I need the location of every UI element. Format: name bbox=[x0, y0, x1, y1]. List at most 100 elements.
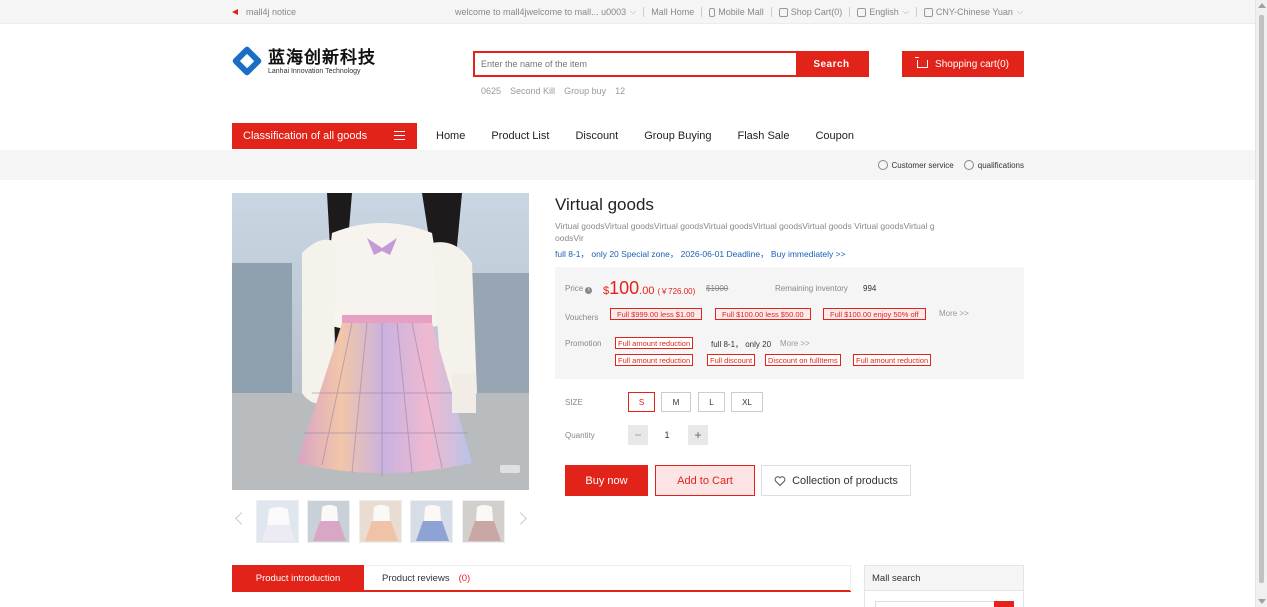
size-option-l[interactable]: L bbox=[698, 392, 725, 412]
quantity-decrease-button[interactable]: − bbox=[628, 425, 648, 445]
nav-product-list[interactable]: Product List bbox=[491, 130, 549, 142]
voucher-tag[interactable]: Full $999.00 less $1.00 bbox=[610, 308, 702, 320]
quantity-increase-button[interactable]: + bbox=[688, 425, 708, 445]
thumbnail[interactable] bbox=[462, 500, 505, 543]
collect-product-button[interactable]: Collection of products bbox=[761, 465, 911, 496]
thumbnail[interactable] bbox=[307, 500, 350, 543]
logo-subtitle: Lanhai Innovation Technology bbox=[268, 67, 361, 75]
price-label-text: Price bbox=[565, 284, 584, 293]
price-converted: (￥726.00) bbox=[657, 287, 696, 296]
promotion-text: full 8-1， only 20 bbox=[711, 340, 772, 349]
category-label: Classification of all goods bbox=[243, 130, 368, 142]
product-tabs: Product introduction Product reviews (0) bbox=[232, 565, 851, 592]
search-bar: Search bbox=[473, 51, 869, 77]
divider bbox=[643, 7, 645, 17]
promotion-link[interactable]: full 8-1， only 20 Special zone， 2026-06-… bbox=[555, 248, 1024, 260]
translate-icon bbox=[857, 7, 867, 17]
vouchers-more-link[interactable]: More >> bbox=[939, 309, 969, 318]
nav-discount[interactable]: Discount bbox=[575, 130, 618, 142]
cart-icon bbox=[778, 7, 788, 17]
language-select[interactable]: English ⌵ bbox=[857, 7, 909, 17]
heart-icon bbox=[774, 475, 786, 486]
thumbnail[interactable] bbox=[359, 500, 402, 543]
currency-icon bbox=[923, 7, 933, 17]
info-icon[interactable]: i bbox=[585, 287, 593, 294]
inventory-value: 994 bbox=[863, 284, 877, 293]
price-panel: Price i $100.00 (￥726.00) $1000 Remaining… bbox=[555, 267, 1024, 379]
language-label: English bbox=[869, 7, 899, 17]
size-option-s[interactable]: S bbox=[628, 392, 655, 412]
scroll-down-icon[interactable] bbox=[1258, 599, 1266, 604]
inventory-label: Remaining inventory bbox=[775, 284, 848, 293]
main-nav: Classification of all goods Home Product… bbox=[0, 123, 1255, 150]
chevron-left-icon[interactable] bbox=[235, 512, 248, 525]
notice-link[interactable]: mall4j notice bbox=[246, 7, 296, 17]
promotion-tag: Full discount bbox=[707, 354, 756, 366]
headset-icon bbox=[877, 160, 888, 170]
chevron-down-icon: ⌵ bbox=[1016, 7, 1023, 16]
buy-now-button[interactable]: Buy now bbox=[565, 465, 648, 496]
currency-select[interactable]: CNY-Chinese Yuan ⌵ bbox=[923, 7, 1023, 17]
logo-icon bbox=[231, 45, 264, 78]
promotion-tag: Full amount reduction bbox=[853, 354, 932, 366]
nav-group-buying[interactable]: Group Buying bbox=[644, 130, 711, 142]
category-menu-button[interactable]: Classification of all goods bbox=[232, 123, 417, 149]
product-subtitle: Virtual goodsVirtual goodsVirtual goodsV… bbox=[555, 221, 935, 243]
logo[interactable]: 蓝海创新科技 Lanhai Innovation Technology bbox=[231, 45, 376, 78]
thumbnail-strip bbox=[232, 500, 529, 544]
voucher-tag[interactable]: Full $100.00 enjoy 50% off bbox=[823, 308, 926, 320]
top-bar: mall4j notice welcome to mall4jwelcome t… bbox=[0, 0, 1255, 24]
scrollbar[interactable] bbox=[1255, 0, 1267, 607]
size-option-xl[interactable]: XL bbox=[731, 392, 763, 412]
menu-icon bbox=[394, 131, 405, 140]
mall-search-input[interactable] bbox=[875, 601, 995, 607]
price-label: Price i bbox=[565, 284, 593, 294]
customer-service-link[interactable]: Customer service bbox=[877, 160, 954, 170]
divider bbox=[701, 7, 703, 17]
search-input[interactable] bbox=[475, 53, 796, 75]
welcome-text[interactable]: welcome to mall4jwelcome to mall... u000… bbox=[455, 7, 636, 17]
hot-word[interactable]: Group buy bbox=[564, 86, 606, 96]
vouchers-label: Vouchers bbox=[565, 313, 599, 322]
mobile-icon bbox=[709, 7, 716, 17]
chevron-right-icon[interactable] bbox=[514, 512, 527, 525]
product-main-image bbox=[232, 193, 529, 490]
tab-product-reviews[interactable]: Product reviews (0) bbox=[364, 565, 851, 591]
tab-product-introduction[interactable]: Product introduction bbox=[232, 565, 364, 591]
qualifications-link[interactable]: qualifications bbox=[963, 160, 1024, 170]
nav-flash-sale[interactable]: Flash Sale bbox=[738, 130, 790, 142]
search-button[interactable]: Search bbox=[796, 53, 867, 75]
service-bar: Customer service qualifications bbox=[0, 150, 1255, 180]
badge-icon bbox=[963, 160, 974, 170]
scrollbar-thumb[interactable] bbox=[1258, 14, 1265, 584]
nav-home[interactable]: Home bbox=[436, 130, 465, 142]
voucher-tag[interactable]: Full $100.00 less $50.00 bbox=[715, 308, 811, 320]
quantity-label: Quantity bbox=[565, 431, 595, 440]
quantity-input[interactable]: 1 bbox=[655, 425, 679, 445]
nav-coupon[interactable]: Coupon bbox=[815, 130, 854, 142]
add-to-cart-button[interactable]: Add to Cart bbox=[655, 465, 755, 496]
qualifications-label: qualifications bbox=[977, 160, 1024, 170]
shopping-cart-button[interactable]: Shopping cart(0) bbox=[902, 51, 1024, 77]
size-option-m[interactable]: M bbox=[661, 392, 691, 412]
original-price: $1000 bbox=[706, 284, 729, 293]
product-info: Virtual goods Virtual goodsVirtual goods… bbox=[555, 195, 1024, 260]
mobile-mall-label: Mobile Mall bbox=[718, 7, 764, 17]
shop-cart-link[interactable]: Shop Cart(0) bbox=[778, 7, 842, 17]
promotion-tag: Discount on fullItems bbox=[765, 354, 841, 366]
mall-home-link[interactable]: Mall Home bbox=[651, 7, 694, 17]
promotion-more-link[interactable]: More >> bbox=[780, 339, 810, 348]
currency-label: CNY-Chinese Yuan bbox=[935, 7, 1013, 17]
hot-word[interactable]: Second Kill bbox=[510, 86, 555, 96]
scroll-up-icon[interactable] bbox=[1258, 3, 1266, 8]
thumbnail[interactable] bbox=[410, 500, 453, 543]
mobile-mall-link[interactable]: Mobile Mall bbox=[709, 7, 764, 17]
price-decimal: .00 bbox=[639, 285, 655, 297]
mall-search-button[interactable] bbox=[994, 601, 1014, 607]
promotion-label: Promotion bbox=[565, 339, 602, 348]
hot-word[interactable]: 0625 bbox=[481, 86, 501, 96]
thumbnail[interactable] bbox=[256, 500, 299, 543]
mall-search-title: Mall search bbox=[865, 566, 1023, 591]
hot-word[interactable]: 12 bbox=[615, 86, 625, 96]
divider bbox=[849, 7, 851, 17]
